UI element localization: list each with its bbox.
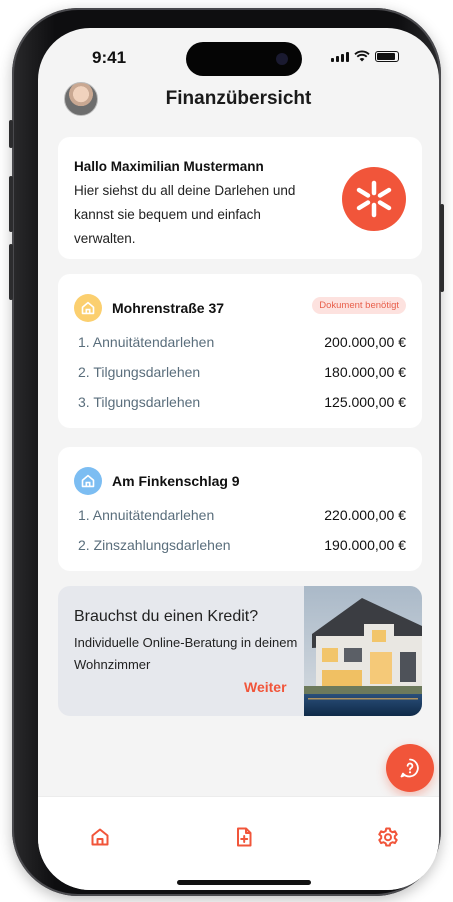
- house-icon: [74, 294, 102, 322]
- property-header: Mohrenstraße 37: [74, 294, 224, 322]
- promo-title: Brauchst du einen Kredit?: [74, 608, 259, 625]
- house-icon: [74, 467, 102, 495]
- promo-continue-link[interactable]: Weiter: [244, 679, 287, 695]
- home-indicator[interactable]: [177, 880, 311, 885]
- settings-icon: [378, 827, 398, 847]
- wifi-icon: [354, 50, 370, 62]
- property-name: Mohrenstraße 37: [112, 300, 225, 316]
- loan-row[interactable]: 3. Tilgungsdarlehen 125.000,00 €: [78, 394, 406, 410]
- tab-add-document[interactable]: [230, 823, 258, 851]
- loan-amount: 220.000,00 €: [324, 507, 406, 523]
- status-icons: [331, 50, 399, 62]
- loan-row[interactable]: 2. Tilgungsdarlehen 180.000,00 €: [78, 364, 406, 380]
- loan-label: 1. Annuitätendarlehen: [78, 507, 215, 523]
- volume-down-button: [9, 244, 13, 300]
- loan-label: 1. Annuitätendarlehen: [78, 334, 215, 350]
- loan-label: 2. Zinszahlungsdarlehen: [78, 537, 231, 553]
- property-card-finkenschlag[interactable]: Am Finkenschlag 9 1. Annuitätendarlehen …: [58, 447, 422, 571]
- tab-settings[interactable]: [374, 823, 402, 851]
- property-name: Am Finkenschlag 9: [112, 473, 240, 489]
- battery-icon: [375, 51, 399, 62]
- loan-amount: 125.000,00 €: [324, 394, 406, 410]
- loan-row[interactable]: 1. Annuitätendarlehen 200.000,00 €: [78, 334, 406, 350]
- support-chat-button[interactable]: [386, 744, 434, 792]
- property-card-mohrenstrasse[interactable]: Mohrenstraße 37 Dokument benötigt 1. Ann…: [58, 274, 422, 428]
- power-button: [440, 204, 444, 292]
- brand-logo-icon: [342, 167, 406, 231]
- app-screen: 9:41 Finanzübersicht Hallo Maximilian Mu…: [38, 28, 439, 890]
- loan-label: 3. Tilgungsdarlehen: [78, 394, 201, 410]
- status-time: 9:41: [92, 48, 127, 67]
- credit-promo-card[interactable]: Brauchst du einen Kredit? Individuelle O…: [58, 586, 422, 716]
- loan-amount: 190.000,00 €: [324, 537, 406, 553]
- property-header: Am Finkenschlag 9: [74, 467, 240, 495]
- dynamic-island: [186, 42, 302, 76]
- add-document-icon: [237, 827, 252, 847]
- loan-amount: 180.000,00 €: [324, 364, 406, 380]
- signal-icon: [331, 52, 349, 62]
- welcome-description: Hier siehst du all deine Darlehen und ka…: [74, 183, 296, 246]
- status-badge[interactable]: Dokument benötigt: [312, 297, 406, 314]
- loan-amount: 200.000,00 €: [324, 334, 406, 350]
- promo-description: Individuelle Online-Beratung in deinem W…: [74, 635, 298, 672]
- mute-switch: [9, 120, 13, 148]
- loan-label: 2. Tilgungsdarlehen: [78, 364, 201, 380]
- chat-help-icon: [400, 758, 419, 778]
- volume-up-button: [9, 176, 13, 232]
- home-icon: [91, 828, 109, 846]
- loan-row[interactable]: 1. Annuitätendarlehen 220.000,00 €: [78, 507, 406, 523]
- phone-frame: 9:41 Finanzübersicht Hallo Maximilian Mu…: [9, 8, 444, 896]
- house-photo: [304, 586, 422, 716]
- tab-home[interactable]: [86, 823, 114, 851]
- greeting-text: Hallo Maximilian Mustermann: [74, 159, 264, 174]
- loan-row[interactable]: 2. Zinszahlungsdarlehen 190.000,00 €: [78, 537, 406, 553]
- welcome-card: Hallo Maximilian Mustermann Hier siehst …: [58, 137, 422, 259]
- bottom-tab-bar: [38, 796, 439, 890]
- page-title: Finanzübersicht: [165, 88, 312, 109]
